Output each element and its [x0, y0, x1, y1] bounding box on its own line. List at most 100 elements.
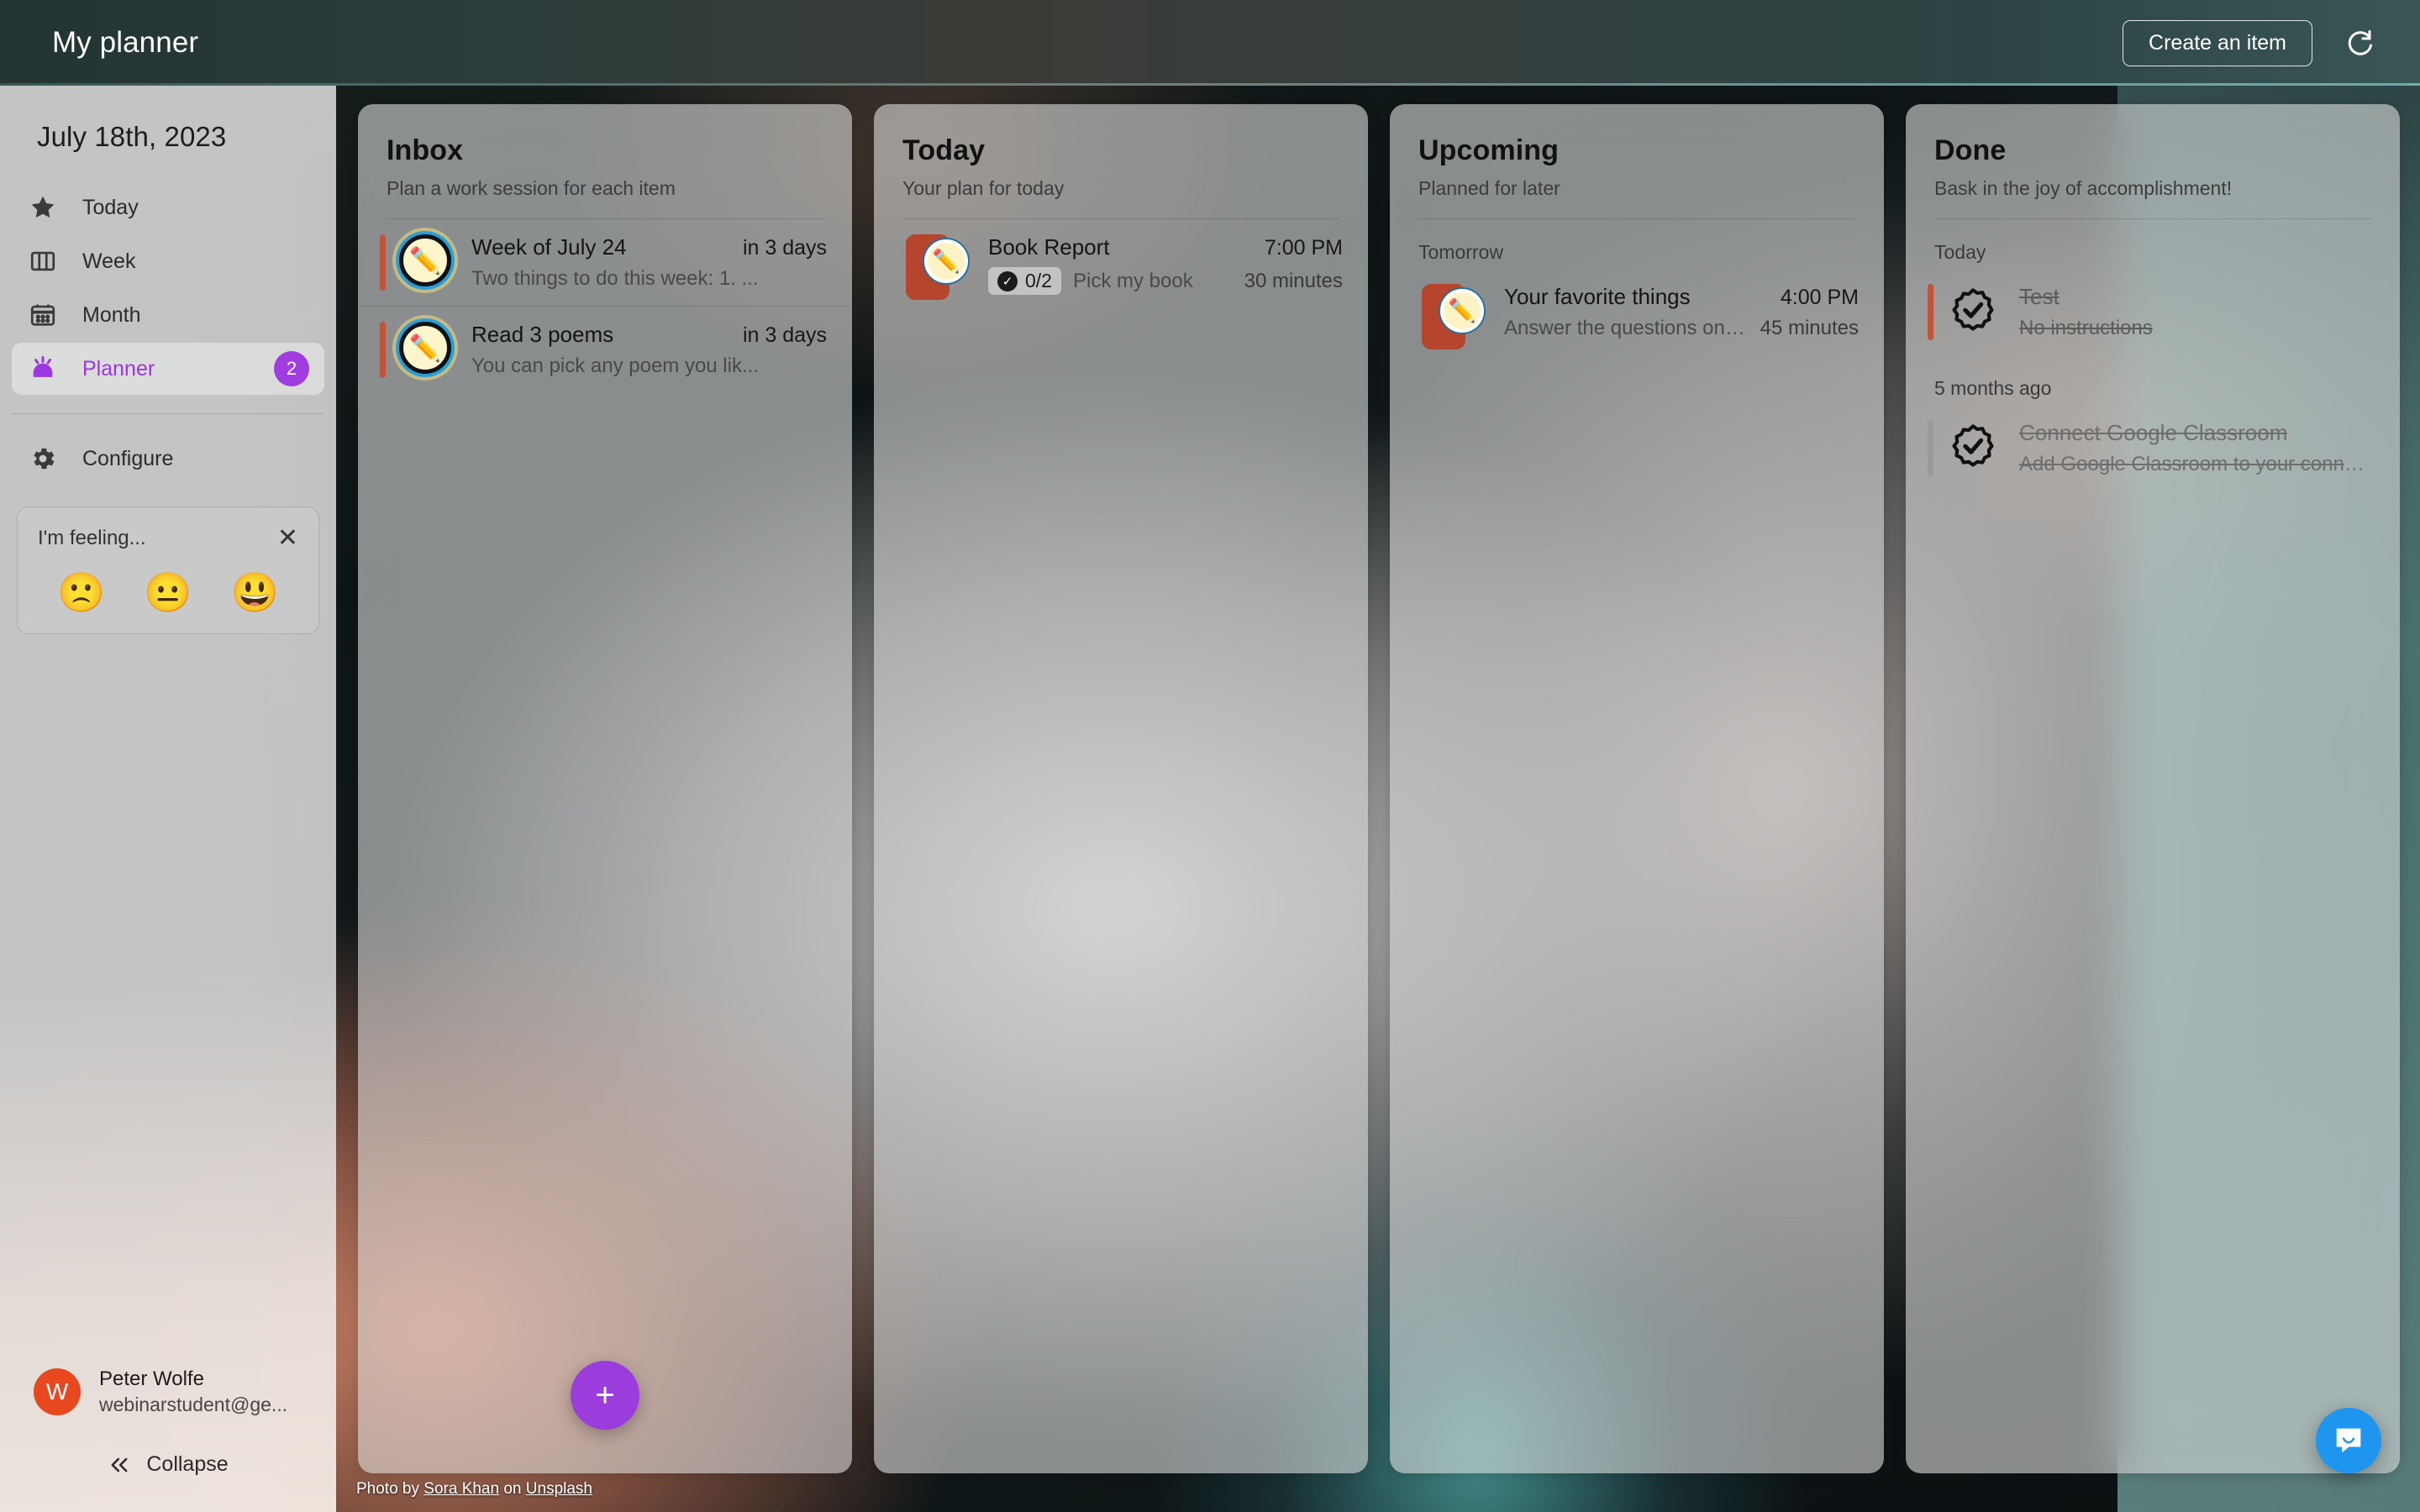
item-color-tile: ✏️ [906, 234, 968, 300]
item-row-secondary: ✓ 0/2 Pick my book 30 minutes [988, 267, 1343, 295]
feeling-card-title: I'm feeling... [38, 527, 146, 549]
item-row-secondary: Add Google Classroom to your connect... [2019, 453, 2375, 476]
item-description: Pick my book [1072, 269, 1193, 292]
calendar-icon [27, 299, 59, 331]
item-row-primary: Your favorite things 4:00 PM [1504, 284, 1859, 310]
item-accent-bar [1928, 420, 1933, 476]
refresh-icon [2348, 30, 2372, 55]
item-description: You can pick any poem you lik... [471, 354, 759, 377]
close-icon[interactable]: ✕ [277, 526, 298, 551]
list-item[interactable]: Test No instructions [1906, 269, 2400, 355]
credit-author-link[interactable]: Sora Khan [424, 1480, 499, 1498]
list-item[interactable]: ✏️ Your favorite things 4:00 PM Answer t… [1390, 269, 1884, 365]
column-title: Done [1934, 134, 2007, 166]
sidebar-item-today[interactable]: Today [12, 181, 324, 234]
sidebar-date: July 18th, 2023 [37, 121, 227, 152]
item-body: Your favorite things 4:00 PM Answer the … [1465, 284, 1859, 340]
group-label: Tomorrow [1418, 241, 1503, 263]
item-body: Book Report 7:00 PM ✓ 0/2 Pick my book 3… [950, 234, 1343, 295]
seal-check-icon [1947, 284, 1999, 336]
item-description: Two things to do this week: 1. ... [471, 267, 759, 290]
add-item-fab[interactable]: + [571, 1361, 639, 1430]
list-item[interactable]: Connect Google Classroom Add Google Clas… [1906, 405, 2400, 491]
item-body: Read 3 poems in 3 days You can pick any … [451, 322, 827, 378]
item-accent-bar [380, 234, 386, 291]
mood-neutral-icon[interactable]: 😐 [144, 573, 192, 612]
user-profile[interactable]: W Peter Wolfe webinarstudent@ge... [0, 1367, 336, 1417]
item-row-secondary: Answer the questions on your 5... 45 min… [1504, 317, 1859, 340]
column-inbox: Inbox Plan a work session for each item … [358, 104, 852, 1473]
item-color-tile: ✏️ [1422, 284, 1484, 349]
create-an-item-button[interactable]: Create an item [2123, 19, 2312, 66]
sidebar-item-month[interactable]: Month [12, 289, 324, 341]
item-row-secondary: You can pick any poem you lik... [471, 354, 827, 378]
planner-badge-count: 2 [274, 351, 309, 386]
list-item[interactable]: ✏️ Read 3 poems in 3 days You can pick a… [358, 306, 852, 393]
page-title: My planner [52, 26, 199, 59]
credit-source-link[interactable]: Unsplash [526, 1480, 592, 1498]
column-title: Today [902, 134, 986, 166]
gear-icon [27, 443, 59, 475]
item-row-primary: Book Report 7:00 PM [988, 234, 1343, 260]
chat-launcher-button[interactable] [2316, 1408, 2381, 1473]
avatar: W [34, 1368, 81, 1415]
item-title: Book Report [988, 234, 1110, 260]
column-upcoming: Upcoming Planned for later Tomorrow ✏️ Y… [1390, 104, 1884, 1473]
planner-icon [27, 353, 59, 385]
credit-middle: on [499, 1480, 526, 1498]
group-label: Today [1934, 241, 1986, 263]
user-email: webinarstudent@ge... [99, 1393, 288, 1415]
sidebar-divider [12, 413, 324, 414]
sidebar: July 18th, 2023 Today Week Month Planner… [0, 86, 336, 1512]
list-item[interactable]: ✏️ Book Report 7:00 PM ✓ 0/2 Pick my boo… [874, 219, 1368, 315]
columns-icon [27, 245, 59, 277]
sidebar-item-label: Planner [82, 356, 155, 381]
sidebar-nav: Today Week Month Planner 2 Configure [0, 181, 336, 486]
sidebar-item-planner[interactable]: Planner 2 [12, 343, 324, 395]
feeling-card: I'm feeling... ✕ 🙁 😐 😃 [17, 507, 319, 634]
pencil-badge-icon: ✏️ [399, 322, 451, 374]
item-row-secondary: No instructions [2019, 317, 2375, 340]
sidebar-item-configure[interactable]: Configure [12, 433, 324, 485]
feeling-card-header: I'm feeling... ✕ [38, 526, 298, 551]
item-row-primary: Read 3 poems in 3 days [471, 322, 827, 348]
item-title: Read 3 poems [471, 322, 614, 347]
column-header: Done Bask in the joy of accomplishment! [1906, 104, 2400, 200]
mood-happy-icon[interactable]: 😃 [231, 573, 279, 612]
feeling-face-options: 🙁 😐 😃 [38, 573, 298, 612]
top-bar-actions: Create an item [2123, 19, 2375, 66]
check-circle-icon: ✓ [997, 270, 1018, 291]
item-body: Test No instructions [1999, 284, 2375, 340]
collapse-sidebar-button[interactable]: Collapse [0, 1452, 336, 1512]
item-time: 4:00 PM [1780, 286, 1859, 309]
user-text: Peter Wolfe webinarstudent@ge... [99, 1367, 287, 1417]
credit-prefix: Photo by [356, 1480, 424, 1498]
mood-sad-icon[interactable]: 🙁 [57, 573, 105, 612]
item-body: Connect Google Classroom Add Google Clas… [1999, 420, 2375, 476]
item-title: Your favorite things [1504, 284, 1691, 309]
chevrons-left-icon [111, 1457, 128, 1472]
photo-credit: Photo by Sora Khan on Unsplash [356, 1480, 592, 1499]
column-subtitle: Your plan for today [902, 177, 1065, 199]
item-time: in 3 days [742, 323, 827, 347]
column-header: Upcoming Planned for later [1390, 104, 1884, 200]
star-icon [27, 192, 59, 223]
item-duration: 30 minutes [1244, 269, 1343, 292]
item-row-secondary: Two things to do this week: 1. ... [471, 267, 827, 291]
pencil-badge-icon: ✏️ [924, 239, 968, 283]
top-bar: My planner Create an item [0, 0, 2420, 86]
item-accent-bar [1928, 284, 1933, 340]
subtask-progress-chip: ✓ 0/2 [988, 267, 1061, 295]
item-body: Week of July 24 in 3 days Two things to … [451, 234, 827, 291]
chat-bubble-icon [2336, 1428, 2361, 1453]
sidebar-item-label: Month [82, 302, 141, 327]
group-label: 5 months ago [1934, 377, 2052, 399]
sidebar-item-week[interactable]: Week [12, 235, 324, 287]
refresh-button[interactable] [2344, 28, 2375, 58]
sidebar-item-label: Configure [82, 446, 174, 470]
item-accent-bar [380, 322, 386, 378]
column-title: Inbox [387, 134, 464, 166]
collapse-label: Collapse [146, 1452, 229, 1476]
list-item[interactable]: ✏️ Week of July 24 in 3 days Two things … [358, 219, 852, 306]
